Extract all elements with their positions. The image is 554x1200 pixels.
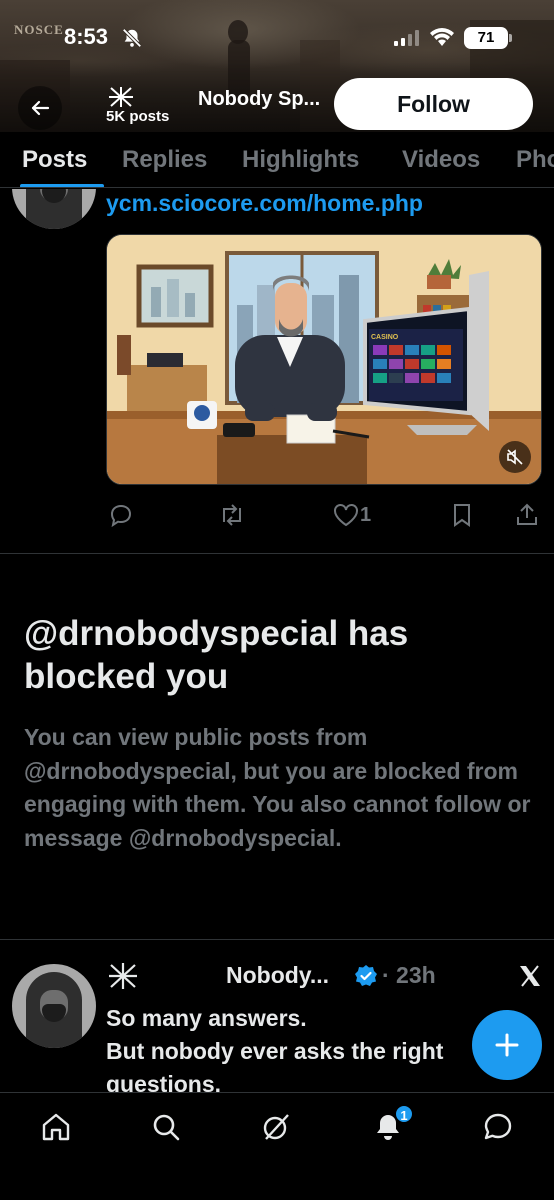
tab-videos[interactable]: Videos	[402, 146, 480, 174]
like-button[interactable]: 1	[332, 502, 371, 528]
battery-indicator: 71	[464, 27, 508, 49]
follow-button[interactable]: Follow	[334, 78, 533, 130]
share-icon	[517, 503, 537, 525]
post-media-video[interactable]: CASINO	[106, 234, 542, 485]
post-text-line: But nobody ever asks the right questions…	[106, 1038, 444, 1092]
bookmark-icon	[454, 504, 470, 527]
heart-icon	[334, 504, 358, 527]
profile-name: Nobody Sp...	[198, 88, 321, 110]
tab-replies[interactable]: Replies	[122, 146, 207, 174]
repost-button[interactable]	[218, 502, 246, 528]
post-action-bar: 1	[0, 500, 554, 536]
mute-toggle[interactable]	[499, 441, 531, 473]
status-bar: 8:53 71	[0, 20, 554, 56]
blocked-title: @drnobodyspecial has blocked you	[24, 614, 409, 696]
blocked-description: You can view public posts from @drnobody…	[24, 724, 531, 851]
post-link[interactable]: ycm.sciocore.com/home.php	[106, 190, 423, 217]
tab-photos[interactable]: Pho	[516, 146, 554, 174]
repost-icon	[223, 504, 241, 526]
reply-icon	[110, 504, 132, 528]
wifi-icon	[430, 28, 454, 46]
battery-nub	[509, 34, 512, 42]
like-count: 1	[360, 503, 372, 526]
silent-bell-icon	[122, 28, 142, 48]
post2-text-clip: So many answers. But nobody ever asks th…	[0, 940, 554, 1092]
clock: 8:53	[64, 24, 109, 49]
compose-button[interactable]	[472, 1010, 542, 1080]
notification-badge: 1	[394, 1104, 414, 1124]
grok-icon[interactable]	[260, 1111, 292, 1143]
back-button[interactable]	[18, 86, 62, 130]
divider	[0, 553, 554, 554]
tab-posts[interactable]: Posts	[22, 146, 87, 174]
post-text-line: So many answers.	[106, 1005, 307, 1031]
profile-logo-icon	[109, 87, 133, 107]
post-text: So many answers. But nobody ever asks th…	[106, 1002, 526, 1092]
share-button[interactable]	[514, 502, 540, 528]
tab-highlights[interactable]: Highlights	[242, 146, 359, 174]
messages-icon[interactable]	[482, 1111, 514, 1143]
back-arrow-icon	[31, 100, 50, 116]
active-tab-indicator	[20, 184, 104, 187]
home-icon[interactable]	[40, 1111, 72, 1143]
muted-speaker-icon	[507, 449, 523, 465]
bookmark-button[interactable]	[450, 502, 474, 528]
plus-icon	[495, 1033, 519, 1057]
avatar[interactable]	[12, 189, 96, 229]
profile-navbar: 5K posts Nobody Sp... Follow	[0, 78, 554, 132]
search-icon[interactable]	[150, 1111, 182, 1143]
profile-tabs: Posts Replies Highlights Videos Pho	[0, 132, 554, 188]
reply-button[interactable]	[108, 502, 134, 528]
signal-icon	[394, 30, 419, 46]
screen-brand-text: CASINO	[371, 334, 399, 341]
media-illustration: CASINO	[107, 235, 541, 484]
bottom-nav: 1	[0, 1092, 554, 1200]
post-count: 5K posts	[106, 108, 170, 125]
